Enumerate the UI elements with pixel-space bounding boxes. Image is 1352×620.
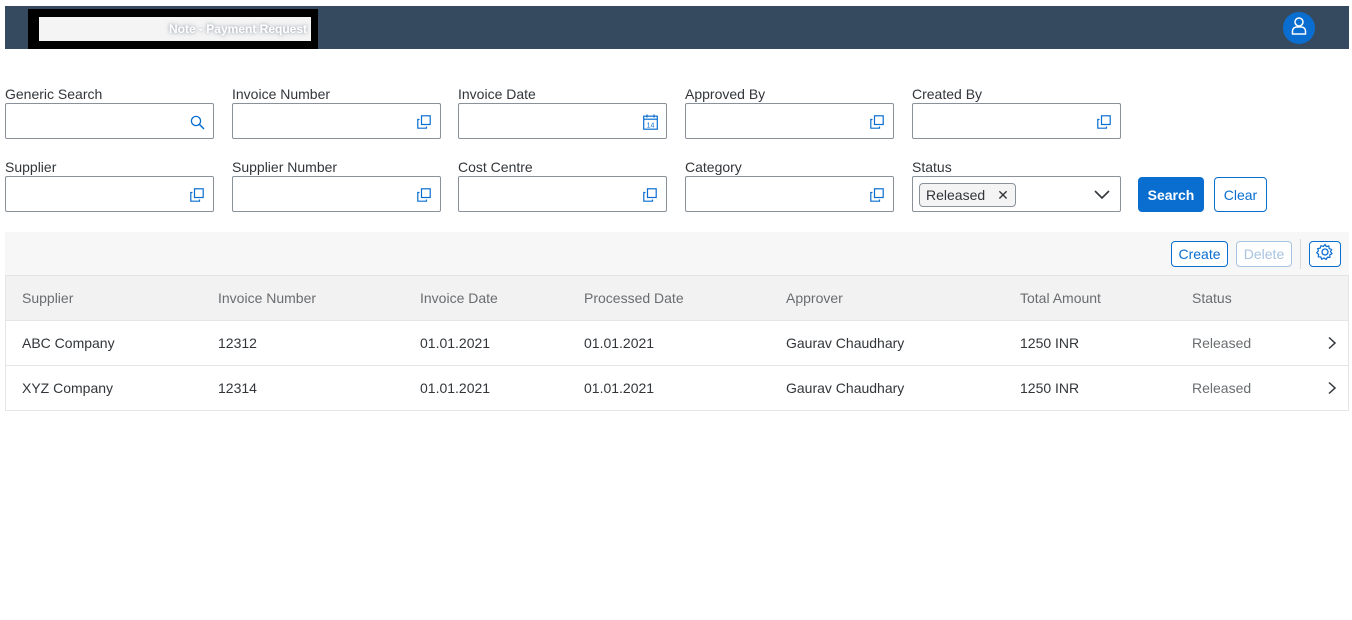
value-help-icon[interactable] [189,187,205,203]
delete-button[interactable]: Delete [1236,241,1292,267]
table-row[interactable]: ABC Company 12312 01.01.2021 01.01.2021 … [6,321,1348,366]
cell-approver: Gaurav Chaudhary [786,380,905,396]
approved-by-input[interactable] [685,103,894,139]
category-label: Category [685,159,742,175]
column-header-invoice-number: Invoice Number [218,290,317,306]
person-icon [1291,16,1307,40]
search-button[interactable]: Search [1138,177,1204,212]
search-icon[interactable] [189,114,205,130]
table-settings-button[interactable] [1309,241,1341,267]
cost-centre-label: Cost Centre [458,159,533,175]
cell-total-amount: 1250 INR [1020,335,1080,351]
cell-total-amount: 1250 INR [1020,380,1080,396]
cell-invoice-date: 01.01.2021 [420,335,491,351]
app-title[interactable]: Note - Payment Request [39,17,311,41]
value-help-icon[interactable] [869,114,885,130]
approved-by-label: Approved By [685,86,766,102]
table-settings-icon [1315,242,1334,266]
cell-status: Released [1192,380,1252,396]
cell-status: Released [1192,335,1252,351]
value-help-icon[interactable] [642,187,658,203]
calendar-icon[interactable]: 14 [642,114,658,130]
invoice-date-picker[interactable]: 14 [458,103,667,139]
cell-processed-date: 01.01.2021 [584,335,655,351]
supplier-input[interactable] [5,176,214,212]
user-avatar[interactable] [1283,12,1315,44]
column-header-total-amount: Total Amount [1020,290,1101,306]
status-multicombobox[interactable]: Released ✕ [912,176,1121,212]
cell-invoice-date: 01.01.2021 [420,380,491,396]
created-by-input[interactable] [912,103,1121,139]
table-row[interactable]: XYZ Company 12314 01.01.2021 01.01.2021 … [6,366,1348,410]
cell-approver: Gaurav Chaudhary [786,335,905,351]
table-header: Supplier Invoice Number Invoice Date Pro… [6,276,1348,321]
cell-invoice-number: 12314 [218,380,257,396]
cost-centre-input[interactable] [458,176,667,212]
cell-invoice-number: 12312 [218,335,257,351]
cell-supplier: ABC Company [22,335,115,351]
supplier-number-input[interactable] [232,176,441,212]
column-header-invoice-date: Invoice Date [420,290,498,306]
app-title-area: Note - Payment Request [28,9,318,49]
invoice-number-input[interactable] [232,103,441,139]
status-token-text: Released [926,187,986,203]
table-toolbar: Create Delete [5,232,1349,276]
chevron-down-icon[interactable] [1093,187,1111,203]
created-by-label: Created By [912,86,983,102]
column-header-supplier: Supplier [22,290,74,306]
value-help-icon[interactable] [869,187,885,203]
cell-processed-date: 01.01.2021 [584,380,655,396]
chevron-right-icon[interactable] [1326,336,1338,350]
close-icon[interactable]: ✕ [997,187,1009,204]
supplier-label: Supplier [5,159,57,175]
column-header-processed-date: Processed Date [584,290,684,306]
value-help-icon[interactable] [416,187,432,203]
calendar-day-text: 14 [646,122,654,129]
supplier-number-label: Supplier Number [232,159,338,175]
chevron-right-icon[interactable] [1326,381,1338,395]
category-input[interactable] [685,176,894,212]
clear-button[interactable]: Clear [1214,177,1267,212]
cell-supplier: XYZ Company [22,380,114,396]
column-header-status: Status [1192,290,1232,306]
create-button[interactable]: Create [1171,241,1228,267]
status-label: Status [912,159,952,175]
value-help-icon[interactable] [416,114,432,130]
status-token[interactable]: Released ✕ [919,183,1016,207]
generic-search-input[interactable] [5,103,214,139]
column-header-approver: Approver [786,290,843,306]
value-help-icon[interactable] [1096,114,1112,130]
invoice-date-label: Invoice Date [458,86,536,102]
invoice-number-label: Invoice Number [232,86,331,102]
shell-bar: Note - Payment Request [5,6,1349,49]
generic-search-label: Generic Search [5,86,103,102]
toolbar-separator [1300,239,1301,269]
invoice-table: Supplier Invoice Number Invoice Date Pro… [5,276,1349,411]
